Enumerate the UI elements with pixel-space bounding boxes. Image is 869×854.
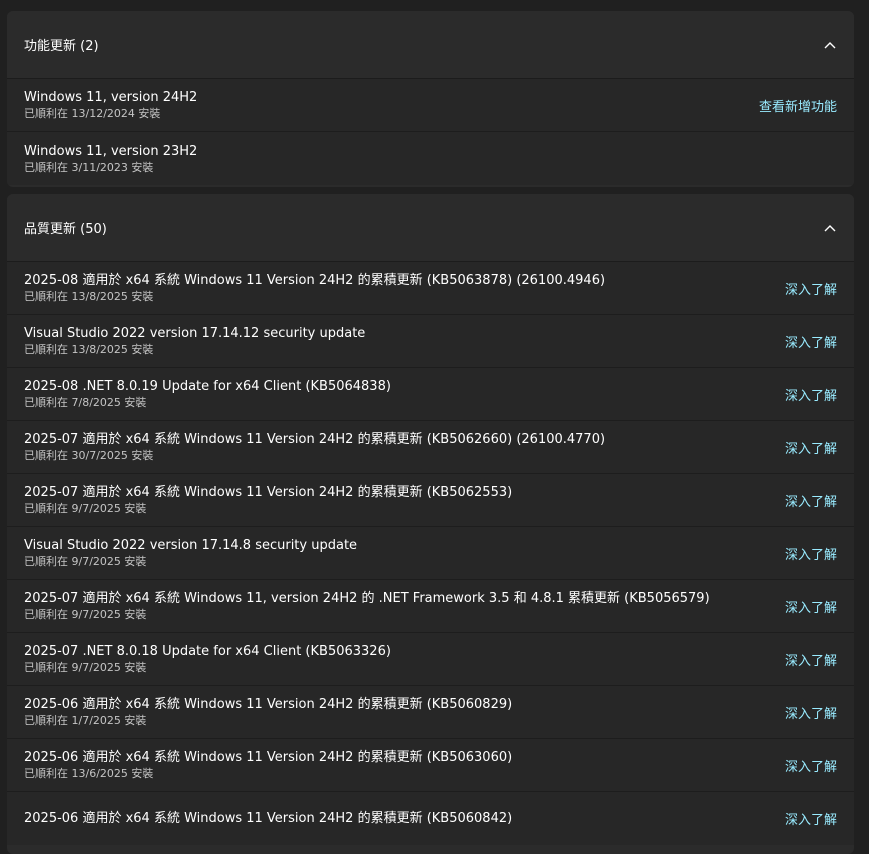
update-title: 2025-06 適用於 x64 系統 Windows 11 Version 24… (24, 811, 513, 826)
update-install-status: 已順利在 13/8/2025 安裝 (24, 343, 154, 356)
feature-updates-section: 功能更新 (2) Windows 11, version 24H2 已順利在 13… (7, 11, 854, 187)
update-title: Windows 11, version 23H2 (24, 143, 198, 159)
update-install-status: 已順利在 9/7/2025 安裝 (24, 608, 147, 621)
update-install-status: 已順利在 9/7/2025 安裝 (24, 661, 147, 674)
update-title: 2025-08 適用於 x64 系統 Windows 11 Version 24… (24, 273, 606, 288)
update-text: 2025-07 .NET 8.0.18 Update for x64 Clien… (24, 643, 391, 675)
update-row: 2025-07 適用於 x64 系統 Windows 11, version 2… (7, 580, 854, 633)
quality-updates-header[interactable]: 品質更新 (50) (7, 194, 854, 262)
update-row: 2025-08 .NET 8.0.19 Update for x64 Clien… (7, 368, 854, 421)
chevron-up-icon[interactable] (823, 38, 837, 52)
chevron-up-icon[interactable] (823, 221, 837, 235)
learn-more-link[interactable]: 深入了解 (785, 544, 837, 563)
update-install-status: 已順利在 13/6/2025 安裝 (24, 767, 154, 780)
update-text: Windows 11, version 24H2 已順利在 13/12/2024 … (24, 89, 197, 121)
update-text: 2025-06 適用於 x64 系統 Windows 11 Version 24… (24, 749, 512, 781)
learn-more-link[interactable]: 深入了解 (785, 385, 837, 404)
update-title: 2025-06 適用於 x64 系統 Windows 11 Version 24… (24, 697, 513, 712)
feature-updates-title: 功能更新 (2) (24, 39, 99, 54)
update-text: Windows 11, version 23H2 已順利在 3/11/2023 安… (24, 143, 197, 175)
learn-more-link[interactable]: 深入了解 (785, 438, 837, 457)
update-row: Visual Studio 2022 version 17.14.8 secur… (7, 527, 854, 580)
update-text: 2025-08 適用於 x64 系統 Windows 11 Version 24… (24, 272, 605, 304)
update-text: 2025-07 適用於 x64 系統 Windows 11, version 2… (24, 590, 710, 622)
update-text: 2025-07 適用於 x64 系統 Windows 11 Version 24… (24, 431, 605, 463)
update-install-status: 已順利在 3/11/2023 安裝 (24, 160, 154, 174)
update-title: 2025-06 適用於 x64 系統 Windows 11 Version 24… (24, 750, 513, 765)
update-row: 2025-07 .NET 8.0.18 Update for x64 Clien… (7, 633, 854, 686)
update-title: Visual Studio 2022 version 17.14.12 secu… (24, 326, 366, 341)
learn-more-link[interactable]: 查看新增功能 (759, 96, 837, 115)
update-text: 2025-06 適用於 x64 系統 Windows 11 Version 24… (24, 810, 512, 827)
quality-updates-title: 品質更新 (50) (24, 222, 107, 237)
update-row: Windows 11, version 24H2 已順利在 13/12/2024 … (7, 79, 854, 132)
update-title: 2025-07 適用於 x64 系統 Windows 11, version 2… (24, 591, 710, 606)
update-row: 2025-06 適用於 x64 系統 Windows 11 Version 24… (7, 739, 854, 792)
update-row: Visual Studio 2022 version 17.14.12 secu… (7, 315, 854, 368)
learn-more-link[interactable]: 深入了解 (785, 650, 837, 669)
update-install-status: 已順利在 1/7/2025 安裝 (24, 714, 147, 727)
learn-more-link[interactable]: 深入了解 (785, 703, 837, 722)
update-text: 2025-06 適用於 x64 系統 Windows 11 Version 24… (24, 696, 512, 728)
update-install-status: 已順利在 30/7/2025 安裝 (24, 449, 154, 462)
learn-more-link[interactable]: 深入了解 (785, 279, 837, 298)
learn-more-link[interactable]: 深入了解 (785, 597, 837, 616)
quality-updates-list: 2025-08 適用於 x64 系統 Windows 11 Version 24… (7, 262, 854, 845)
update-title: 2025-07 適用於 x64 系統 Windows 11 Version 24… (24, 485, 513, 500)
update-text: 2025-08 .NET 8.0.19 Update for x64 Clien… (24, 378, 391, 410)
update-row: 2025-08 適用於 x64 系統 Windows 11 Version 24… (7, 262, 854, 315)
update-row: 2025-07 適用於 x64 系統 Windows 11 Version 24… (7, 421, 854, 474)
update-title: 2025-07 適用於 x64 系統 Windows 11 Version 24… (24, 432, 606, 447)
update-text: Visual Studio 2022 version 17.14.8 secur… (24, 537, 357, 569)
update-row: Windows 11, version 23H2 已順利在 3/11/2023 安… (7, 132, 854, 185)
update-install-status: 已順利在 7/8/2025 安裝 (24, 396, 147, 409)
update-install-status: 已順利在 9/7/2025 安裝 (24, 555, 147, 568)
learn-more-link[interactable]: 深入了解 (785, 756, 837, 775)
update-title: 2025-07 .NET 8.0.18 Update for x64 Clien… (24, 644, 391, 659)
learn-more-link[interactable]: 深入了解 (785, 809, 837, 828)
feature-updates-list: Windows 11, version 24H2 已順利在 13/12/2024 … (7, 79, 854, 185)
update-text: 2025-07 適用於 x64 系統 Windows 11 Version 24… (24, 484, 512, 516)
update-title: 2025-08 .NET 8.0.19 Update for x64 Clien… (24, 379, 391, 394)
update-install-status: 已順利在 13/8/2025 安裝 (24, 290, 154, 303)
update-row: 2025-06 適用於 x64 系統 Windows 11 Version 24… (7, 792, 854, 845)
quality-updates-section: 品質更新 (50) 2025-08 適用於 x64 系統 Windows 11 … (7, 194, 854, 854)
update-install-status: 已順利在 13/12/2024 安裝 (24, 107, 161, 120)
update-title: Visual Studio 2022 version 17.14.8 secur… (24, 538, 358, 553)
learn-more-link[interactable]: 深入了解 (785, 332, 837, 351)
feature-updates-header[interactable]: 功能更新 (2) (7, 11, 854, 79)
update-row: 2025-06 適用於 x64 系統 Windows 11 Version 24… (7, 686, 854, 739)
update-title: Windows 11, version 24H2 (24, 90, 198, 105)
update-install-status: 已順利在 9/7/2025 安裝 (24, 502, 147, 515)
update-row: 2025-07 適用於 x64 系統 Windows 11 Version 24… (7, 474, 854, 527)
learn-more-link[interactable]: 深入了解 (785, 491, 837, 510)
update-text: Visual Studio 2022 version 17.14.12 secu… (24, 325, 365, 357)
